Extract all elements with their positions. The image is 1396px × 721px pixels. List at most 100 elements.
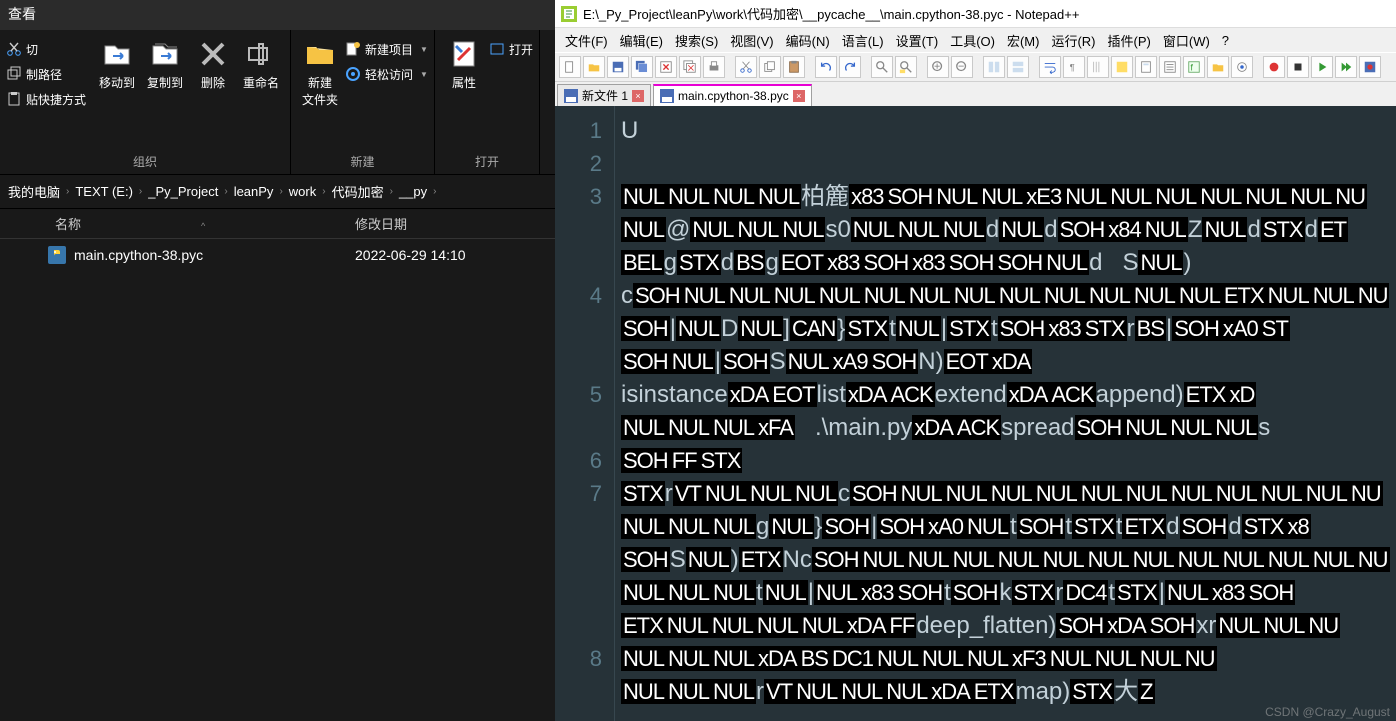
menu-item[interactable]: ? (1218, 31, 1233, 50)
show-all-chars-button[interactable]: ¶ (1063, 56, 1085, 78)
chevron-right-icon: › (66, 186, 69, 197)
save-button[interactable] (607, 56, 629, 78)
new-folder-button[interactable]: 新建 文件夹 (297, 38, 343, 108)
breadcrumb-item[interactable]: leanPy (234, 184, 274, 199)
copy-to-button[interactable]: 复制到 (142, 38, 188, 91)
play-multi-button[interactable] (1335, 56, 1357, 78)
editor-area[interactable]: 123 4 5 67 8 U NULNULNULNUL柏簏x83SOHNULNU… (555, 106, 1396, 721)
copy-button[interactable] (759, 56, 781, 78)
paste-shortcut-icon (6, 91, 22, 107)
rename-icon (245, 38, 277, 70)
notepad-plus-plus-window: E:\_Py_Project\leanPy\work\代码加密\__pycach… (555, 0, 1396, 721)
zoom-in-button[interactable] (927, 56, 949, 78)
menu-item[interactable]: 编辑(E) (616, 29, 667, 52)
cut-button[interactable]: 切 (6, 38, 38, 60)
breadcrumb-item[interactable]: 我的电脑 (8, 182, 60, 201)
new-file-button[interactable] (559, 56, 581, 78)
find-button[interactable] (871, 56, 893, 78)
delete-button[interactable]: 删除 (190, 38, 236, 91)
doc-map-button[interactable] (1135, 56, 1157, 78)
menu-item[interactable]: 编码(N) (782, 29, 834, 52)
menu-item[interactable]: 语言(L) (838, 29, 888, 52)
chevron-right-icon: › (433, 186, 436, 197)
sync-v-button[interactable] (983, 56, 1005, 78)
new-folder-icon (304, 38, 336, 70)
close-tab-icon[interactable]: × (793, 90, 805, 102)
close-tab-icon[interactable]: × (632, 90, 644, 102)
properties-button[interactable]: 属性 (441, 38, 487, 91)
monitor-button[interactable] (1231, 56, 1253, 78)
file-row[interactable]: main.cpython-38.pyc2022-06-29 14:10 (0, 239, 555, 271)
copy-path-button[interactable]: 制路径 (6, 63, 62, 85)
properties-icon (448, 38, 480, 70)
doc-list-button[interactable] (1159, 56, 1181, 78)
save-all-button[interactable] (631, 56, 653, 78)
menu-item[interactable]: 文件(F) (561, 29, 612, 52)
menu-item[interactable]: 视图(V) (726, 29, 777, 52)
menu-item[interactable]: 搜索(S) (671, 29, 722, 52)
cut-button[interactable] (735, 56, 757, 78)
wordwrap-button[interactable] (1039, 56, 1061, 78)
code-content[interactable]: U NULNULNULNUL柏簏x83SOHNULNULxE3NULNULNUL… (615, 106, 1396, 721)
rename-button[interactable]: 重命名 (238, 38, 284, 91)
sync-h-button[interactable] (1007, 56, 1029, 78)
explorer-ribbon-tab[interactable]: 查看 (0, 0, 555, 30)
folder-workspace-button[interactable] (1207, 56, 1229, 78)
menu-item[interactable]: 运行(R) (1047, 29, 1099, 52)
menu-item[interactable]: 工具(O) (946, 29, 999, 52)
redo-button[interactable] (839, 56, 861, 78)
func-list-button[interactable]: f (1183, 56, 1205, 78)
save-macro-button[interactable] (1359, 56, 1381, 78)
menu-item[interactable]: 窗口(W) (1159, 29, 1214, 52)
indent-guide-button[interactable] (1087, 56, 1109, 78)
new-item-button[interactable]: 新建项目▼ (345, 38, 428, 60)
breadcrumb-item[interactable]: work (289, 184, 316, 199)
paste-button[interactable] (783, 56, 805, 78)
editor-tab[interactable]: 新文件 1 × (557, 84, 651, 106)
easy-access-button[interactable]: 轻松访问▼ (345, 63, 428, 85)
zoom-out-button[interactable] (951, 56, 973, 78)
menu-item[interactable]: 插件(P) (1104, 29, 1155, 52)
tab-label: main.cpython-38.pyc (678, 89, 789, 103)
delete-icon (197, 38, 229, 70)
chevron-right-icon: › (390, 186, 393, 197)
column-name[interactable]: 名称 (55, 217, 81, 232)
tab-label: 新文件 1 (582, 87, 628, 104)
open-file-button[interactable] (583, 56, 605, 78)
breadcrumb-item[interactable]: _Py_Project (148, 184, 218, 199)
chevron-right-icon: › (322, 186, 325, 197)
editor-tabs: 新文件 1 × main.cpython-38.pyc × (555, 82, 1396, 106)
paste-shortcut-button[interactable]: 贴快捷方式 (6, 88, 86, 110)
python-file-icon (48, 246, 66, 264)
record-macro-button[interactable] (1263, 56, 1285, 78)
chevron-down-icon: ▼ (417, 70, 428, 79)
print-button[interactable] (703, 56, 725, 78)
column-date[interactable]: 修改日期 (355, 214, 555, 233)
app-icon (561, 6, 577, 22)
breadcrumb-item[interactable]: __py (399, 184, 427, 199)
udl-button[interactable] (1111, 56, 1133, 78)
menu-item[interactable]: 设置(T) (892, 29, 943, 52)
stop-macro-button[interactable] (1287, 56, 1309, 78)
save-state-icon (564, 89, 578, 103)
undo-button[interactable] (815, 56, 837, 78)
editor-tab[interactable]: main.cpython-38.pyc × (653, 84, 812, 106)
close-all-button[interactable] (679, 56, 701, 78)
chevron-right-icon: › (279, 186, 282, 197)
file-explorer-window: 查看 切 制路径 贴快捷方式 移动到 复制到 删除 重命名 组织 新建 文件夹 (0, 0, 555, 721)
breadcrumb-item[interactable]: TEXT (E:) (75, 184, 133, 199)
breadcrumb[interactable]: 我的电脑 › TEXT (E:) › _Py_Project › leanPy › work › 代… (0, 175, 555, 209)
file-list: main.cpython-38.pyc2022-06-29 14:10 (0, 239, 555, 271)
move-to-icon (101, 38, 133, 70)
move-to-button[interactable]: 移动到 (94, 38, 140, 91)
menu-item[interactable]: 宏(M) (1003, 29, 1044, 52)
easy-access-icon (345, 66, 361, 82)
close-button[interactable] (655, 56, 677, 78)
open-button[interactable]: 打开 (489, 38, 533, 60)
chevron-down-icon: ▼ (417, 45, 428, 54)
play-macro-button[interactable] (1311, 56, 1333, 78)
explorer-ribbon: 切 制路径 贴快捷方式 移动到 复制到 删除 重命名 组织 新建 文件夹 新建项… (0, 30, 555, 175)
replace-button[interactable] (895, 56, 917, 78)
sort-indicator-icon: ^ (81, 221, 205, 231)
breadcrumb-item[interactable]: 代码加密 (332, 182, 384, 201)
